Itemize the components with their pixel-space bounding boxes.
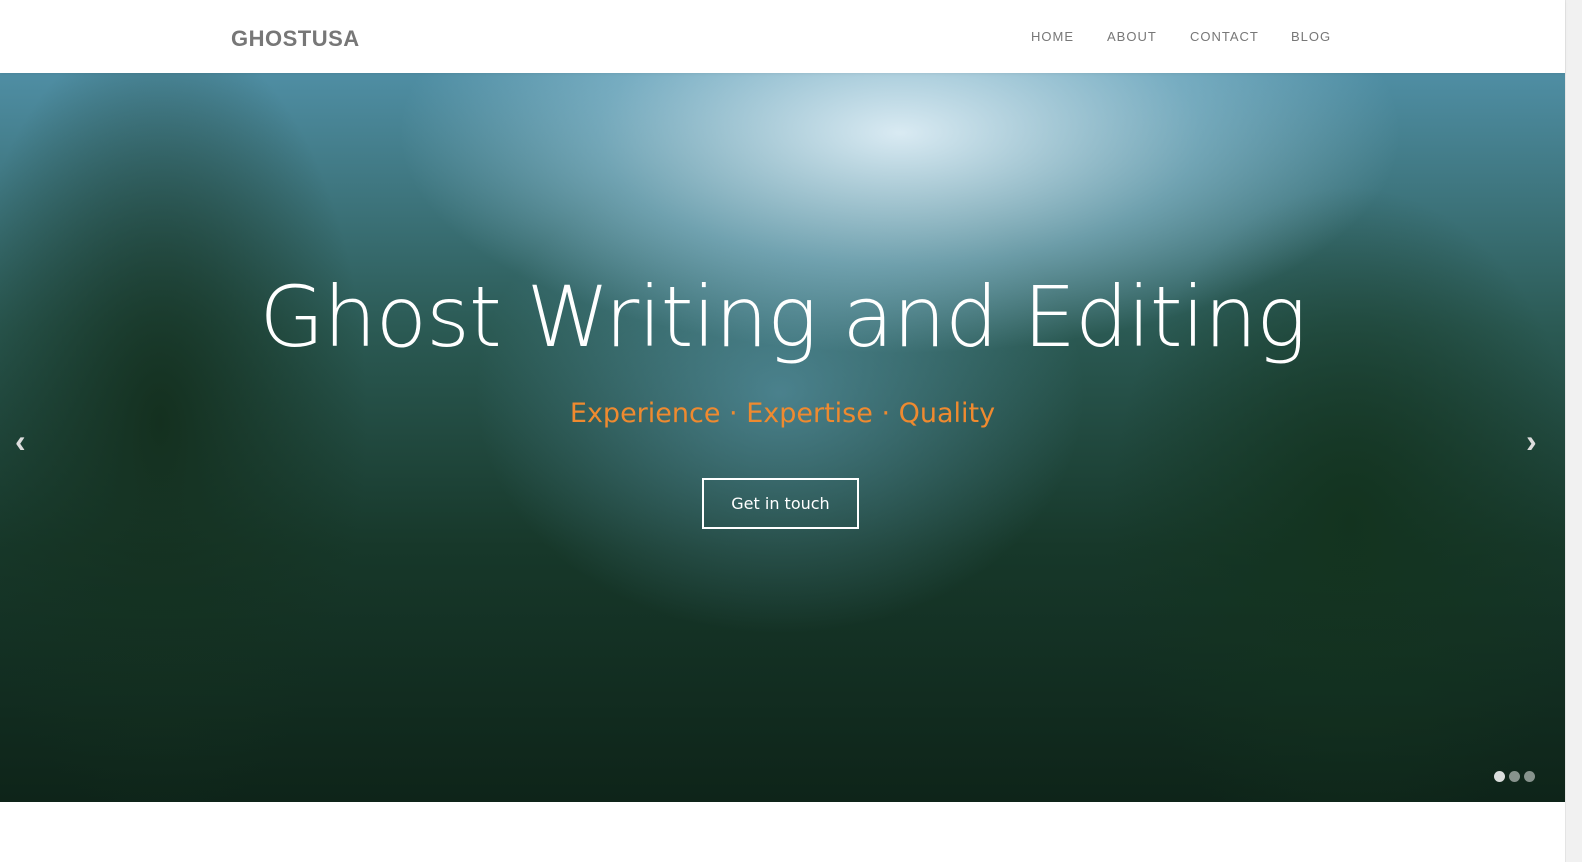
carousel-dot-3[interactable] [1524,771,1535,782]
nav-contact[interactable]: CONTACT [1190,29,1259,44]
nav-about[interactable]: ABOUT [1107,29,1157,44]
carousel-dot-2[interactable] [1509,771,1520,782]
nav-blog[interactable]: BLOG [1291,29,1331,44]
scrollbar[interactable] [1565,0,1582,862]
nav-home[interactable]: HOME [1031,29,1074,44]
site-logo[interactable]: GHOSTUSA [231,26,360,52]
carousel-indicators [1494,771,1535,782]
carousel-dot-1[interactable] [1494,771,1505,782]
hero-subtitle: Experience · Expertise · Quality [569,398,996,429]
top-navbar: GHOSTUSA HOME ABOUT CONTACT BLOG [0,0,1565,73]
hero-carousel: Ghost Writing and Editing Experience · E… [0,73,1565,802]
chevron-left-icon[interactable]: ‹ [15,423,26,460]
chevron-right-icon[interactable]: › [1526,423,1537,460]
get-in-touch-button[interactable]: Get in touch [702,478,859,529]
hero-title: Ghost Writing and Editing [259,268,1306,366]
